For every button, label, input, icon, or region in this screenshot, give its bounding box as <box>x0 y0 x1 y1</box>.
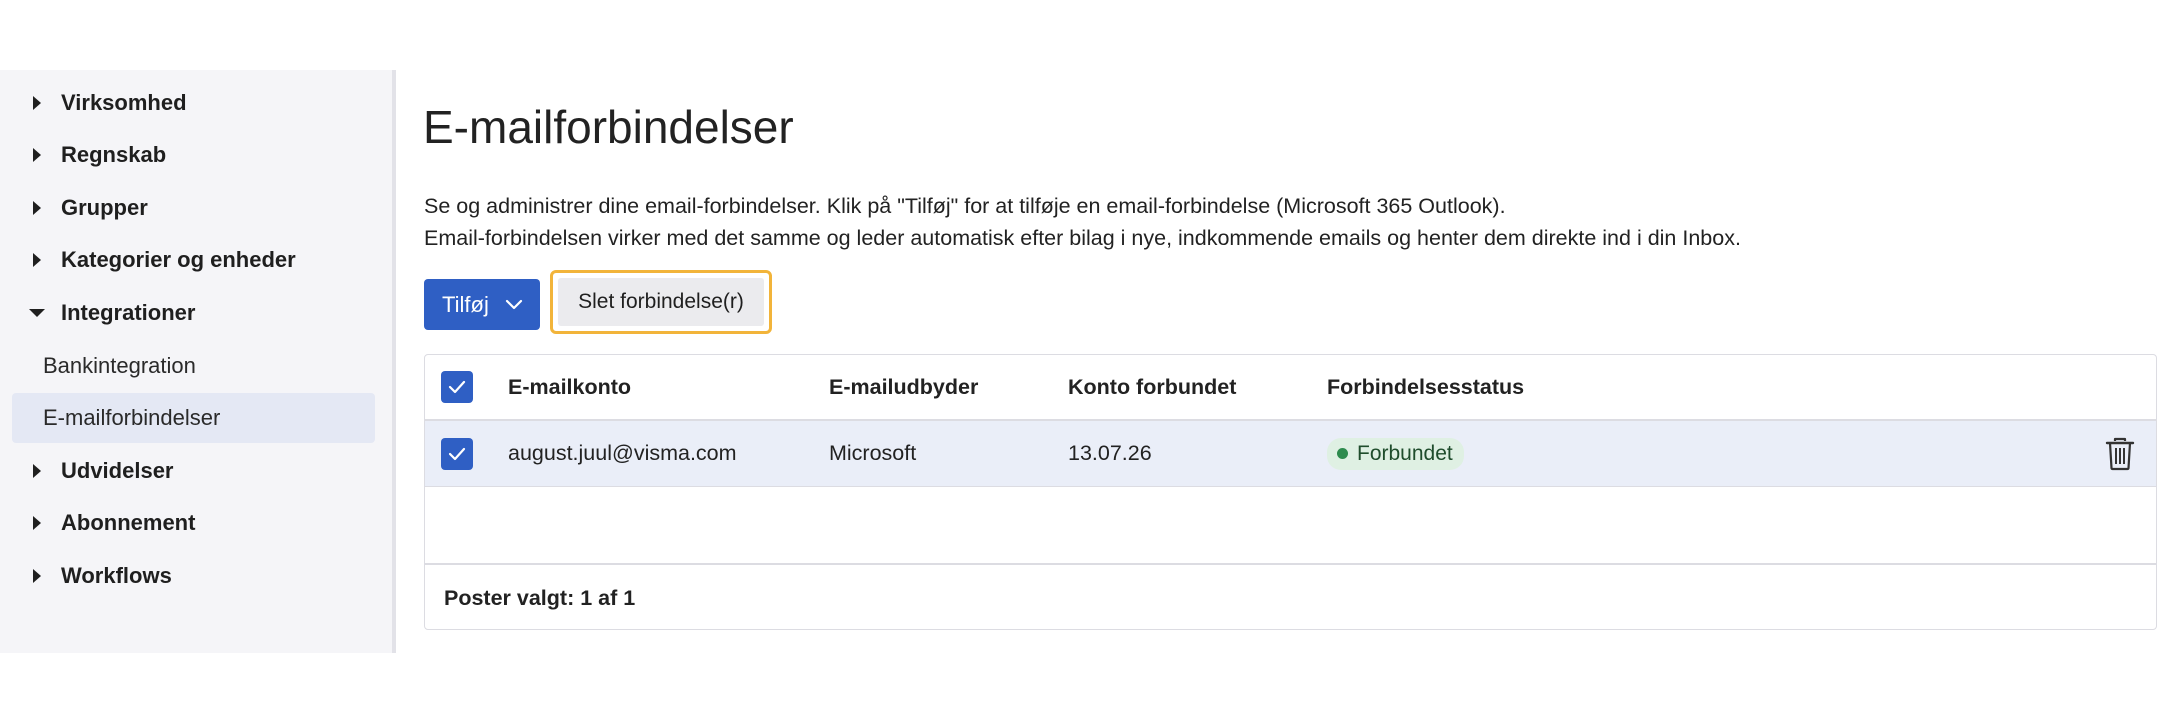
sidebar-item-label: Udvidelser <box>61 458 174 483</box>
row-checkbox[interactable] <box>441 437 473 470</box>
status-badge: Forbundet <box>1327 437 1464 470</box>
add-button-label: Tilføj <box>442 291 489 317</box>
caret-right-icon <box>25 511 49 535</box>
sidebar-item-label: Integrationer <box>61 300 196 325</box>
caret-right-icon <box>25 459 49 483</box>
column-header-account-connected[interactable]: Konto forbundet <box>1068 355 1236 419</box>
caret-down-icon <box>25 301 49 325</box>
page-description-line-1: Se og administrer dine email-forbindelse… <box>424 194 1506 218</box>
caret-right-icon <box>25 143 49 167</box>
checkmark-icon <box>448 447 466 460</box>
caret-right-icon <box>25 248 49 272</box>
caret-right-icon <box>25 196 49 220</box>
sidebar-item-integrationer[interactable]: Integrationer <box>12 288 375 338</box>
sidebar-item-label: Abonnement <box>61 510 196 535</box>
trash-icon[interactable] <box>2104 437 2136 471</box>
sidebar-item-label: Grupper <box>61 195 148 220</box>
delete-connections-button[interactable]: Slet forbindelse(r) <box>558 278 764 326</box>
sidebar-item-label: Regnskab <box>61 142 167 167</box>
caret-right-icon <box>25 91 49 115</box>
selected-count-text: Poster valgt: 1 af 1 <box>444 585 636 610</box>
table-footer: Poster valgt: 1 af 1 <box>425 563 2156 629</box>
sidebar-item-workflows[interactable]: Workflows <box>12 551 375 601</box>
sidebar-item-abonnement[interactable]: Abonnement <box>12 498 375 548</box>
page-title: E-mailforbindelser <box>423 101 794 153</box>
sidebar-subitem-label: Bankintegration <box>43 353 196 378</box>
status-badge-label: Forbundet <box>1357 441 1453 465</box>
add-dropdown-button[interactable]: Tilføj <box>424 279 540 330</box>
select-all-checkbox[interactable] <box>441 371 473 403</box>
column-header-email-provider[interactable]: E-mailudbyder <box>829 355 978 419</box>
sidebar-item-label: Kategorier og enheder <box>61 247 296 272</box>
page-description-line-2: Email-forbindelsen virker med det samme … <box>424 226 1741 250</box>
table-row[interactable]: august.juul@visma.com Microsoft 13.07.26… <box>425 421 2156 487</box>
column-header-email-account[interactable]: E-mailkonto <box>508 355 631 419</box>
sidebar-item-label: Virksomhed <box>61 90 187 115</box>
cell-email-account: august.juul@visma.com <box>508 441 737 465</box>
status-dot-icon <box>1337 448 1348 459</box>
table-header: E-mailkonto E-mailudbyder Konto forbunde… <box>425 355 2156 421</box>
chevron-down-icon <box>505 299 523 310</box>
sidebar-item-label: Workflows <box>61 563 172 588</box>
cell-account-connected: 13.07.26 <box>1068 441 1152 465</box>
sidebar-item-regnskab[interactable]: Regnskab <box>12 130 375 180</box>
sidebar-item-kategorier-og-enheder[interactable]: Kategorier og enheder <box>12 235 375 285</box>
sidebar-item-udvidelser[interactable]: Udvidelser <box>12 446 375 496</box>
caret-right-icon <box>25 564 49 588</box>
sidebar-subitem-bankintegration[interactable]: Bankintegration <box>12 341 375 391</box>
connections-table: E-mailkonto E-mailudbyder Konto forbunde… <box>424 354 2157 630</box>
sidebar-subitem-e-mailforbindelser[interactable]: E-mailforbindelser <box>12 393 375 443</box>
cell-email-provider: Microsoft <box>829 441 917 465</box>
sidebar-item-grupper[interactable]: Grupper <box>12 183 375 233</box>
sidebar-item-virksomhed[interactable]: Virksomhed <box>12 78 375 128</box>
column-header-connection-status[interactable]: Forbindelsesstatus <box>1327 355 1524 419</box>
sidebar-subitem-label: E-mailforbindelser <box>43 405 221 430</box>
cell-connection-status: Forbundet <box>1327 421 1464 486</box>
sidebar: Virksomhed Regnskab Grupper Kategorier o… <box>0 70 396 653</box>
checkmark-icon <box>448 380 466 394</box>
